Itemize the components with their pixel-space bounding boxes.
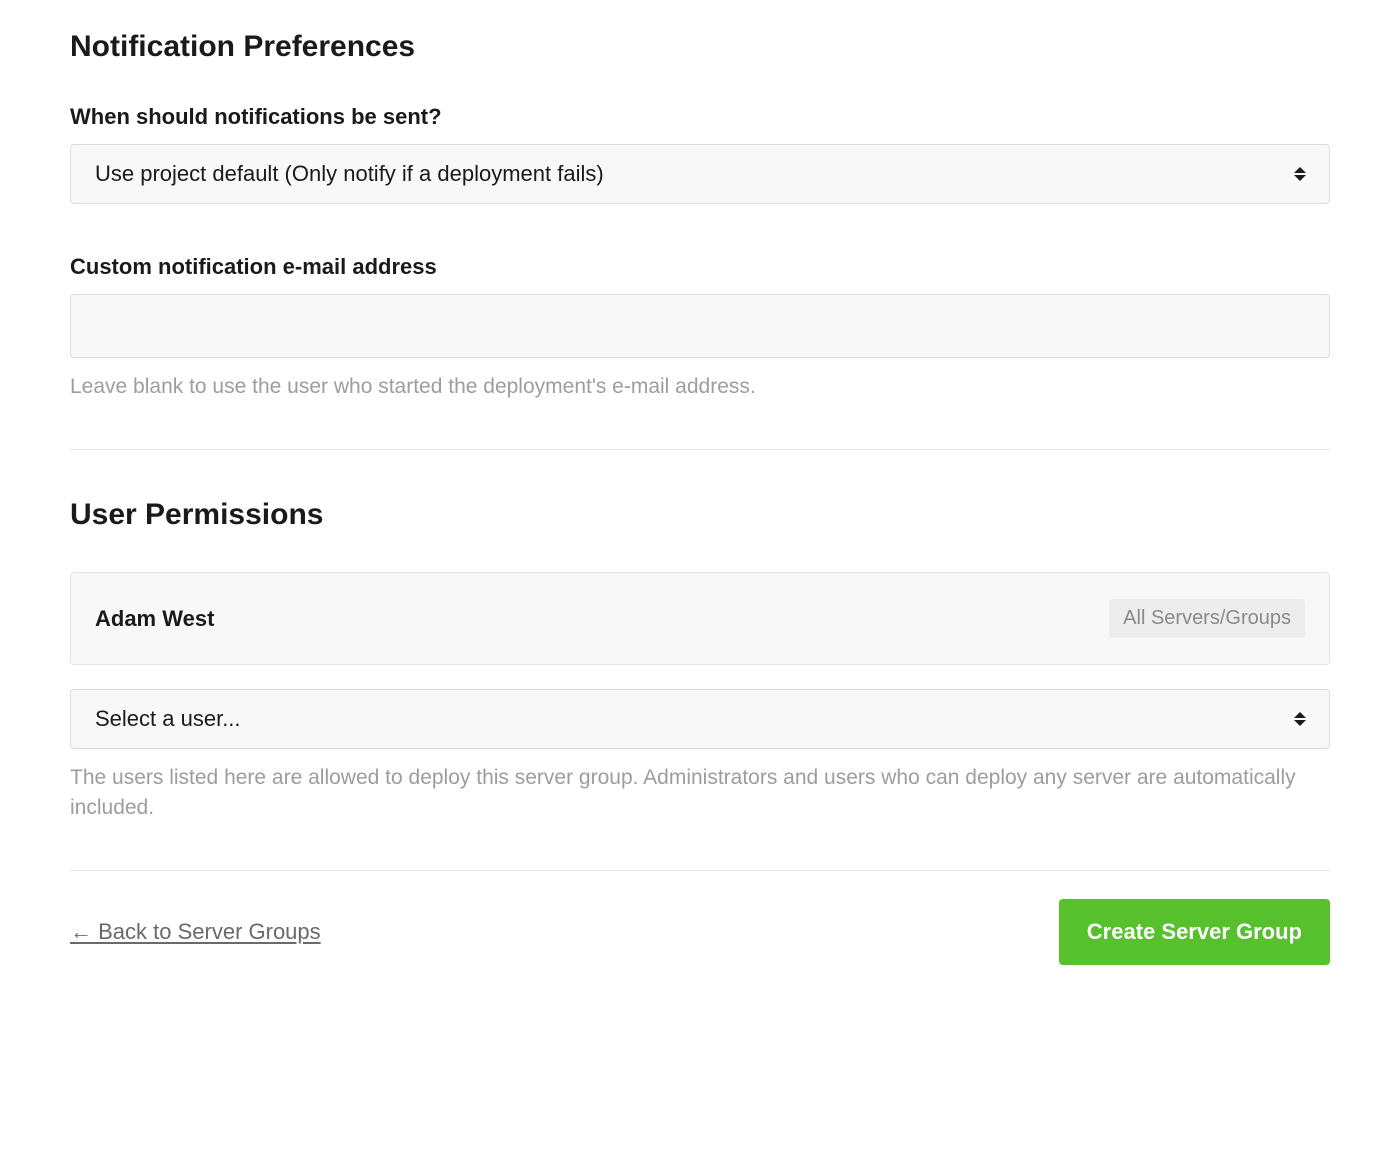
notification-when-label: When should notifications be sent? [70,104,1330,130]
user-row: Adam West All Servers/Groups [70,572,1330,665]
notification-when-select[interactable]: Use project default (Only notify if a de… [70,144,1330,204]
select-user-value: Select a user... [95,706,241,732]
select-user-dropdown[interactable]: Select a user... [70,689,1330,749]
footer-divider [70,870,1330,871]
user-name: Adam West [95,606,214,632]
custom-email-input[interactable] [70,294,1330,358]
user-permissions-heading: User Permissions [70,498,1330,532]
custom-email-label: Custom notification e-mail address [70,254,1330,280]
user-permissions-help: The users listed here are allowed to dep… [70,763,1330,822]
notification-when-value: Use project default (Only notify if a de… [95,161,604,187]
create-server-group-button[interactable]: Create Server Group [1059,899,1330,965]
notification-preferences-heading: Notification Preferences [70,30,1330,64]
section-divider [70,449,1330,450]
custom-email-help: Leave blank to use the user who started … [70,372,1330,401]
user-scope-badge: All Servers/Groups [1109,599,1305,638]
back-to-server-groups-link[interactable]: ← Back to Server Groups [70,919,321,945]
